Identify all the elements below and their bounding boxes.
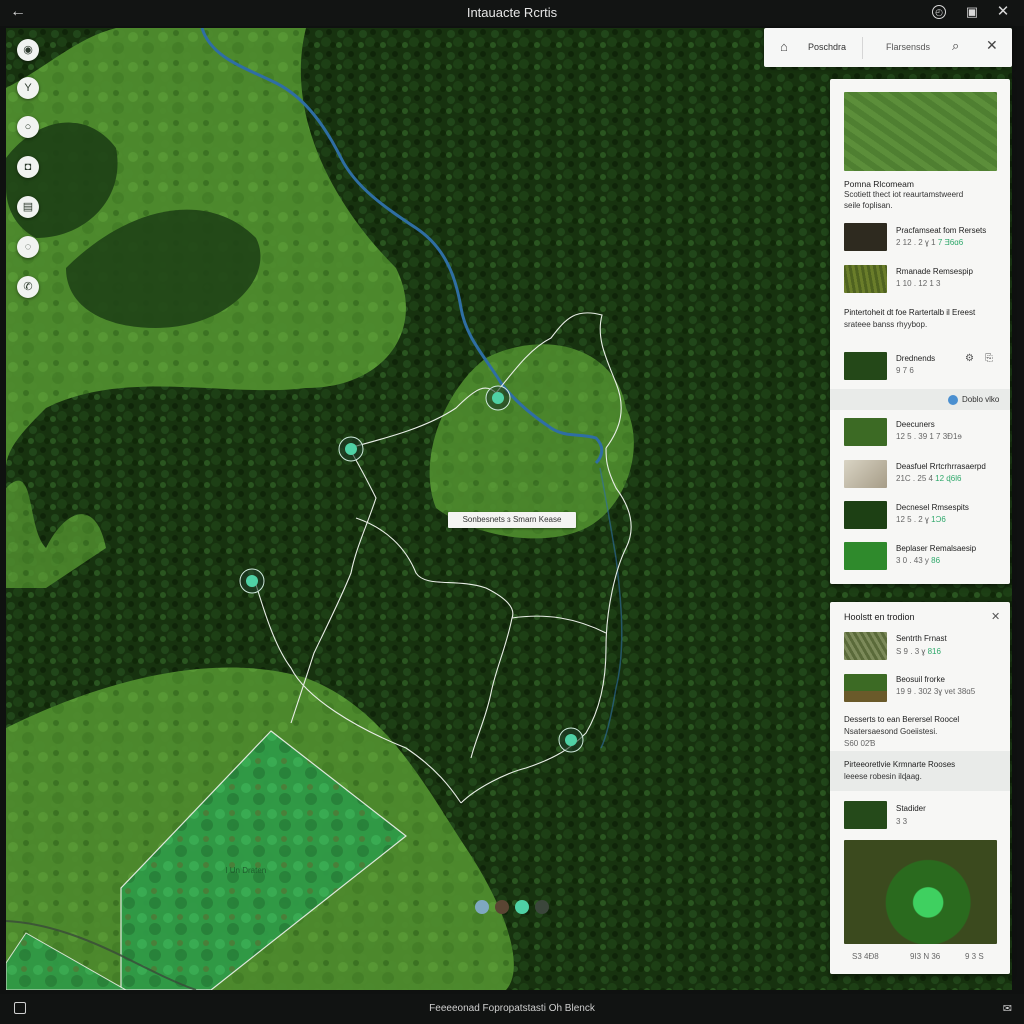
app-window: ← Intauacte Rcrtis ◴ ▣ ✕ l Un Draten Son…: [0, 0, 1024, 1024]
list-icon[interactable]: ▤: [17, 196, 39, 218]
panel2-section-title: Desserts to ean Berersel Roocel: [844, 715, 960, 724]
layers-icon[interactable]: ▣: [964, 4, 980, 20]
highlight-row[interactable]: Pirteeoretlvie Krmnarte Rooses leeese ro…: [830, 751, 1010, 791]
carousel-dot-3[interactable]: [515, 900, 529, 914]
panel2-section-desc: Nsatersaesond Goeiistesi.: [844, 727, 938, 736]
header-thumbnail[interactable]: [844, 92, 997, 171]
search-divider: [862, 37, 863, 59]
detail-map-thumbnail[interactable]: [844, 840, 997, 944]
panel2-section-meta: S60 02Ɓ: [844, 739, 876, 748]
home-icon[interactable]: ⌂: [780, 39, 788, 54]
area-label[interactable]: Sonbesnets ɜ Smarn Kease: [448, 512, 576, 528]
circle-icon[interactable]: ○: [17, 116, 39, 138]
filter-icon[interactable]: Y: [17, 77, 39, 99]
carousel-dot-4[interactable]: [535, 900, 549, 914]
settings-icon[interactable]: ⚙: [965, 353, 974, 364]
status-text: Feeeeonad Fopropatstasti Oh Blenck: [429, 1003, 595, 1014]
close-icon[interactable]: ✕: [995, 4, 1011, 20]
app-title: Intauacte Rcrtis: [466, 5, 558, 20]
close-panel-icon[interactable]: ✕: [991, 610, 1000, 623]
search-results-label[interactable]: Flarsensds: [886, 42, 930, 52]
phone-icon[interactable]: ✆: [17, 276, 39, 298]
chat-bubble-icon[interactable]: ✉: [1003, 1002, 1012, 1015]
trail-marker-4[interactable]: [558, 727, 584, 753]
panel1-title: Pomna Rlcomeam: [844, 179, 914, 189]
carousel-dot-1[interactable]: [475, 900, 489, 914]
stat-3: 9 3 S: [965, 952, 984, 961]
panel1-desc-2: seile foplisan.: [844, 201, 893, 210]
trail-marker-1[interactable]: [485, 385, 511, 411]
clock-icon[interactable]: ◴: [932, 5, 946, 19]
status-bar: Feeeeonad Fopropatstasti Oh Blenck ✉: [0, 994, 1024, 1024]
chat-icon[interactable]: ◌: [17, 236, 39, 258]
highlight-row[interactable]: Doblo vlko: [830, 389, 1010, 410]
panel1-section-desc: srateee banss rhyybop.: [844, 320, 928, 329]
panel2-title: Hoolstt en trodion: [844, 612, 915, 622]
stat-2: 9I3 N 36: [910, 952, 941, 961]
share-icon[interactable]: ⎘: [985, 353, 993, 364]
stat-1: S3 4Ɖ8: [852, 952, 879, 961]
panel1-section-title: Pintertoheit dt foe Rartertalb il Ereest: [844, 308, 976, 317]
title-bar: ← Intauacte Rcrtis ◴ ▣ ✕: [0, 0, 1024, 26]
details-panel: Hoolstt en trodion ✕ Sentrth Frnast S 9 …: [830, 602, 1010, 974]
trail-marker-2[interactable]: [338, 436, 364, 462]
trail-marker-3[interactable]: [239, 568, 265, 594]
search-icon[interactable]: ⌕: [952, 38, 959, 54]
camera-icon[interactable]: ◘: [17, 156, 39, 178]
search-bar[interactable]: ⌂ Poschdra Flarsensds ⌕ ✕: [764, 28, 1012, 67]
search-place[interactable]: Poschdra: [808, 42, 846, 52]
field-label: l Un Draten: [226, 866, 266, 875]
carousel-dot-2[interactable]: [495, 900, 509, 914]
location-icon[interactable]: ◉: [17, 39, 39, 61]
results-panel: Pomna Rlcomeam Scotiett thect iot reaurt…: [830, 79, 1010, 584]
panel1-desc-1: Scotiett thect iot reaurtamstweerd: [844, 190, 964, 199]
status-dot: [948, 395, 958, 405]
close-search-icon[interactable]: ✕: [986, 37, 998, 54]
